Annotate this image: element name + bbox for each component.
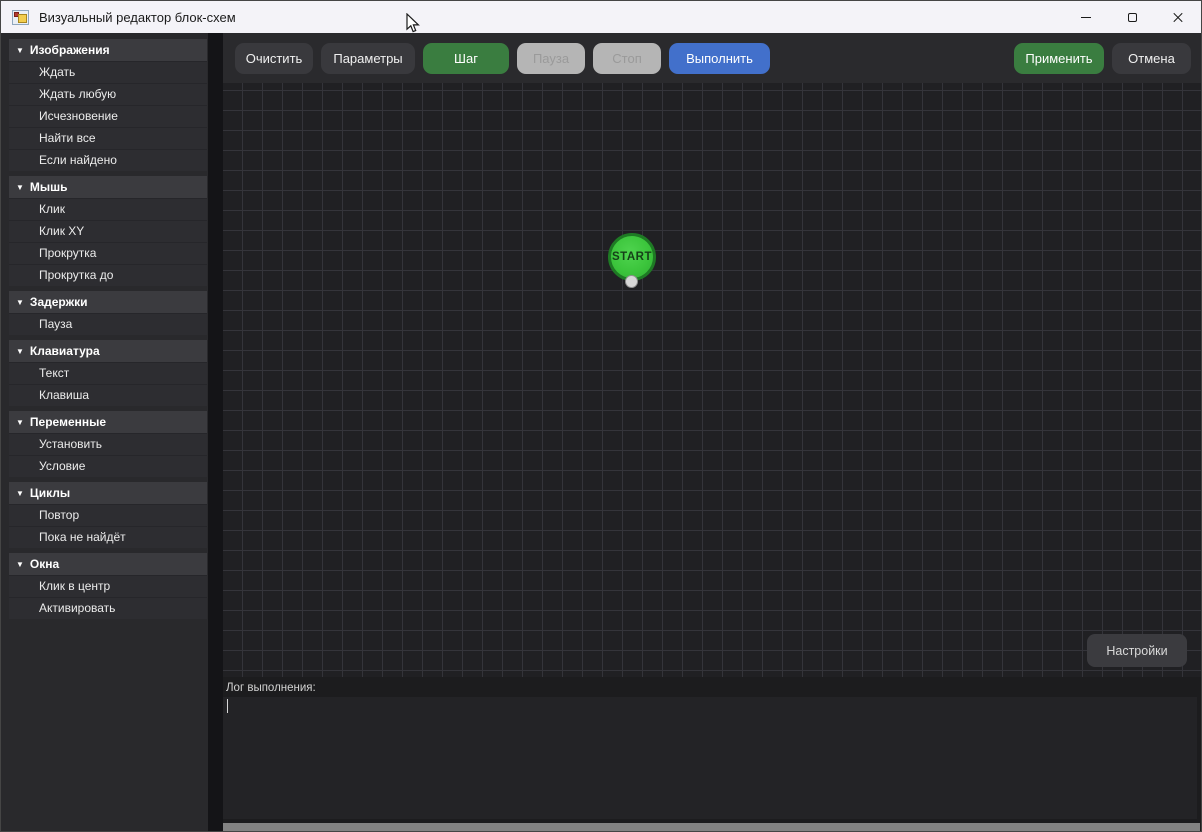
main-area: Очистить Параметры Шаг Пауза Стоп Выполн… [223,33,1202,832]
sidebar-item-click-xy[interactable]: Клик XY [9,220,207,242]
close-icon [1172,11,1184,23]
text-caret [227,699,228,713]
group-header-label: Клавиатура [30,344,100,358]
sidebar-item-repeat[interactable]: Повтор [9,504,207,526]
app-icon-yellow-square [18,14,27,23]
sidebar-item-condition[interactable]: Условие [9,455,207,477]
sidebar-group-delays: ▼ Задержки Пауза [9,291,207,335]
group-header-label: Окна [30,557,59,571]
clear-button[interactable]: Очистить [235,43,313,74]
cancel-button[interactable]: Отмена [1112,43,1191,74]
start-node-output-port[interactable] [625,275,638,288]
minimize-button[interactable] [1063,1,1109,33]
sidebar-item-click[interactable]: Клик [9,198,207,220]
sidebar-item-text[interactable]: Текст [9,362,207,384]
collapse-triangle-icon: ▼ [16,183,24,192]
group-header-label: Мышь [30,180,68,194]
group-header-windows[interactable]: ▼ Окна [9,553,207,575]
log-panel: Лог выполнения: [223,677,1202,832]
apply-button[interactable]: Применить [1014,43,1104,74]
parameters-button[interactable]: Параметры [321,43,415,74]
sidebar-item-activate[interactable]: Активировать [9,597,207,619]
collapse-triangle-icon: ▼ [16,347,24,356]
group-header-variables[interactable]: ▼ Переменные [9,411,207,433]
sidebar-item-until-found[interactable]: Пока не найдёт [9,526,207,548]
log-label: Лог выполнения: [226,682,316,694]
group-header-delays[interactable]: ▼ Задержки [9,291,207,313]
maximize-button[interactable] [1109,1,1155,33]
sidebar-group-mouse: ▼ Мышь Клик Клик XY Прокрутка Прокрутка д… [9,176,207,286]
collapse-triangle-icon: ▼ [16,560,24,569]
sidebar-item-scroll[interactable]: Прокрутка [9,242,207,264]
group-header-mouse[interactable]: ▼ Мышь [9,176,207,198]
sidebar-group-windows: ▼ Окна Клик в центр Активировать [9,553,207,619]
settings-button[interactable]: Настройки [1087,634,1187,667]
group-header-label: Задержки [30,295,88,309]
flowchart-canvas[interactable]: START Настройки [223,83,1202,677]
collapse-triangle-icon: ▼ [16,489,24,498]
group-header-keyboard[interactable]: ▼ Клавиатура [9,340,207,362]
sidebar-group-keyboard: ▼ Клавиатура Текст Клавиша [9,340,207,406]
group-header-label: Переменные [30,415,106,429]
step-button[interactable]: Шаг [423,43,509,74]
block-palette-sidebar: ▼ Изображения Ждать Ждать любую Исчезнове… [1,33,208,832]
sidebar-group-images: ▼ Изображения Ждать Ждать любую Исчезнове… [9,39,207,171]
sidebar-item-wait[interactable]: Ждать [9,61,207,83]
minimize-icon [1081,17,1091,18]
start-node-label: START [612,251,652,263]
start-node[interactable]: START [608,233,656,281]
sidebar-group-loops: ▼ Циклы Повтор Пока не найдёт [9,482,207,548]
titlebar[interactable]: Визуальный редактор блок-схем [1,1,1201,33]
horizontal-scrollbar[interactable] [223,823,1200,831]
window-controls [1063,1,1201,33]
group-header-images[interactable]: ▼ Изображения [9,39,207,61]
log-textarea[interactable] [223,697,1197,819]
sidebar-item-if-found[interactable]: Если найдено [9,149,207,171]
maximize-icon [1128,13,1137,22]
sidebar-group-variables: ▼ Переменные Установить Условие [9,411,207,477]
collapse-triangle-icon: ▼ [16,298,24,307]
group-header-loops[interactable]: ▼ Циклы [9,482,207,504]
sidebar-item-click-center[interactable]: Клик в центр [9,575,207,597]
sidebar-item-key[interactable]: Клавиша [9,384,207,406]
stop-button[interactable]: Стоп [593,43,661,74]
sidebar-item-pause[interactable]: Пауза [9,313,207,335]
toolbar: Очистить Параметры Шаг Пауза Стоп Выполн… [223,33,1202,83]
sidebar-item-disappear[interactable]: Исчезновение [9,105,207,127]
run-button[interactable]: Выполнить [669,43,770,74]
app-window: Визуальный редактор блок-схем ▼ Изображен… [0,0,1202,832]
group-header-label: Циклы [30,486,70,500]
sidebar-item-wait-any[interactable]: Ждать любую [9,83,207,105]
collapse-triangle-icon: ▼ [16,46,24,55]
sidebar-item-scroll-until[interactable]: Прокрутка до [9,264,207,286]
pause-button[interactable]: Пауза [517,43,585,74]
group-header-label: Изображения [30,43,110,57]
sidebar-item-set[interactable]: Установить [9,433,207,455]
close-button[interactable] [1155,1,1201,33]
window-title: Визуальный редактор блок-схем [39,10,236,25]
collapse-triangle-icon: ▼ [16,418,24,427]
sidebar-item-find-all[interactable]: Найти все [9,127,207,149]
sidebar-divider [208,33,223,832]
app-icon [12,10,29,25]
